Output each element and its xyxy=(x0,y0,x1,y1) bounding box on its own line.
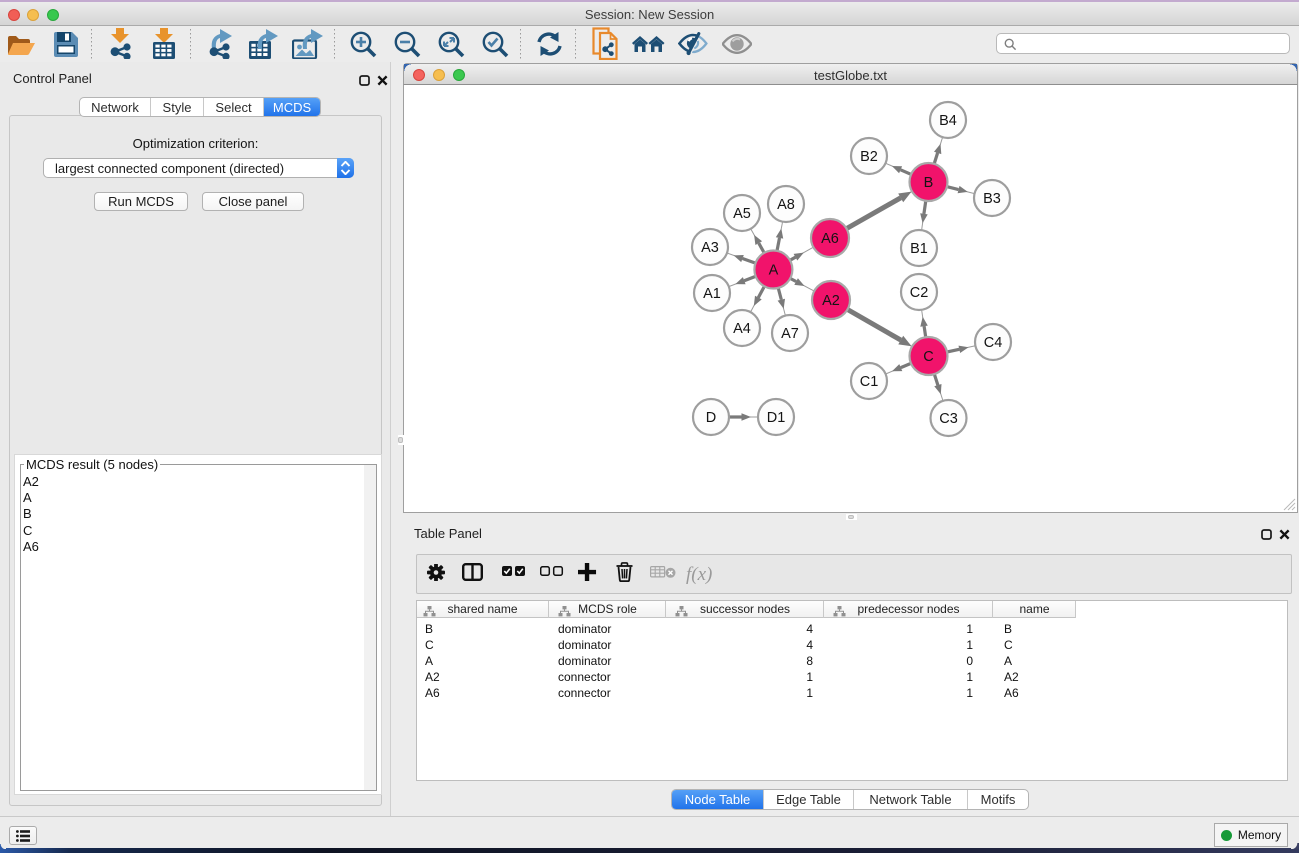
svg-text:A: A xyxy=(769,263,779,279)
svg-text:B: B xyxy=(924,175,934,191)
svg-text:B4: B4 xyxy=(939,113,957,129)
svg-text:A7: A7 xyxy=(781,326,799,342)
svg-text:A1: A1 xyxy=(703,286,721,302)
svg-text:A6: A6 xyxy=(821,231,839,247)
svg-text:C3: C3 xyxy=(939,411,958,427)
svg-text:D1: D1 xyxy=(767,410,786,426)
svg-text:A2: A2 xyxy=(822,293,840,309)
svg-text:B3: B3 xyxy=(983,191,1001,207)
svg-text:B1: B1 xyxy=(910,241,928,257)
svg-text:C4: C4 xyxy=(984,335,1003,351)
svg-text:D: D xyxy=(706,410,716,426)
svg-text:C: C xyxy=(923,349,933,365)
svg-text:A4: A4 xyxy=(733,321,751,337)
svg-text:A3: A3 xyxy=(701,240,719,256)
svg-text:A8: A8 xyxy=(777,197,795,213)
svg-text:B2: B2 xyxy=(860,149,878,165)
svg-text:A5: A5 xyxy=(733,206,751,222)
svg-text:C2: C2 xyxy=(910,285,929,301)
svg-text:C1: C1 xyxy=(860,374,879,390)
